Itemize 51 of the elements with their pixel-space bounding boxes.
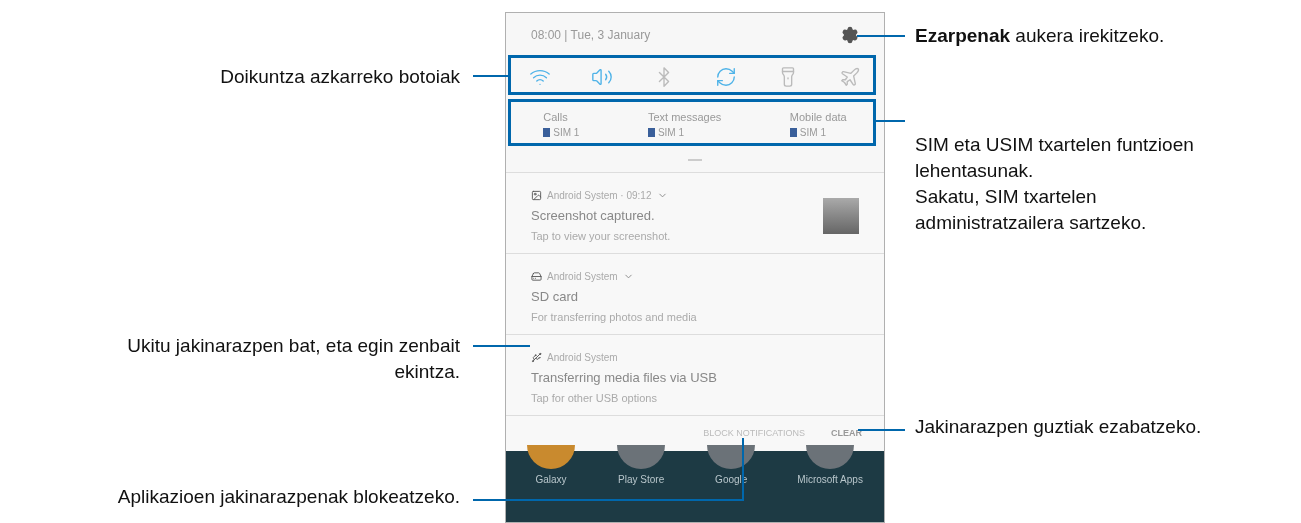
callout-text: Aplikazioen jakinarazpenak blokeatzeko. xyxy=(117,485,460,509)
sim-preference-button[interactable]: Text messages SIM 1 xyxy=(647,108,722,141)
callout-text: Jakinarazpen guztiak ezabatzeko. xyxy=(915,415,1202,439)
notification-title: SD card xyxy=(531,287,579,306)
card-icon xyxy=(531,270,542,282)
app-icon[interactable] xyxy=(527,445,576,469)
app-icon[interactable] xyxy=(617,445,666,469)
notification-text: For transferring photos and media xyxy=(531,310,697,325)
app-label: Galaxy xyxy=(535,473,567,487)
screenshot-thumbnail xyxy=(823,198,859,234)
notification-text: Tap to view your screenshot. xyxy=(531,229,671,244)
sim-preference-button[interactable]: Calls SIM 1 xyxy=(543,108,580,141)
callout-text: Ukitu jakinarazpen bat, eta egin zenbait ekintza. xyxy=(127,334,460,384)
app-icon[interactable] xyxy=(806,445,855,469)
callout-text: Ezarpenak aukera irekitzeko. xyxy=(915,24,1165,48)
callout-text: Doikuntza azkarreko botoiak xyxy=(220,65,460,89)
clear-button[interactable]: CLEAR xyxy=(831,426,862,441)
rotate-icon[interactable] xyxy=(715,66,737,88)
notification-title: Screenshot captured. xyxy=(531,206,656,225)
callout-text: SIM eta USIM txartelen funtzioen lehentasunak. Sakatu, SIM txartelen administratzailera sartzeko. xyxy=(915,133,1194,235)
sim-card-icon xyxy=(543,128,551,138)
image-icon xyxy=(531,189,542,201)
sim-card-icon xyxy=(647,128,655,138)
sim-preference-label: Mobile data xyxy=(789,109,847,125)
airplane-icon[interactable] xyxy=(839,66,861,88)
speaker-icon[interactable] xyxy=(591,66,613,88)
sim-name: SIM 1 xyxy=(553,126,580,141)
notification-app: Android System xyxy=(547,350,618,365)
sim-name: SIM 1 xyxy=(657,126,685,141)
usb-icon xyxy=(531,351,542,363)
sim-preference-label: Calls xyxy=(543,109,568,125)
app-label: Microsoft Apps xyxy=(797,473,863,487)
notification-app: Android System · 09:12 xyxy=(547,188,652,203)
notification-title: Transferring media files via USB xyxy=(531,368,717,387)
block-notifications-button[interactable]: BLOCK NOTIFICATIONS xyxy=(703,426,805,441)
leader-line xyxy=(473,75,508,77)
leader-line xyxy=(473,345,530,347)
app-label: Play Store xyxy=(618,473,665,487)
notification-app: Android System xyxy=(547,269,618,284)
settings-icon[interactable] xyxy=(841,26,859,44)
sim-preference-label: Text messages xyxy=(647,109,722,125)
leader-line xyxy=(858,429,905,431)
sim-card-icon xyxy=(789,128,797,138)
sim-name: SIM 1 xyxy=(799,126,826,141)
time-date: 08:00 | Tue, 3 January xyxy=(531,27,651,44)
notification-text: Tap for other USB options xyxy=(531,391,658,406)
sim-preference-button[interactable]: Mobile data SIM 1 xyxy=(789,108,847,141)
app-icon[interactable] xyxy=(707,445,756,469)
leader-line xyxy=(857,35,905,37)
drag-handle[interactable] xyxy=(688,158,702,161)
leader-line xyxy=(876,120,905,122)
